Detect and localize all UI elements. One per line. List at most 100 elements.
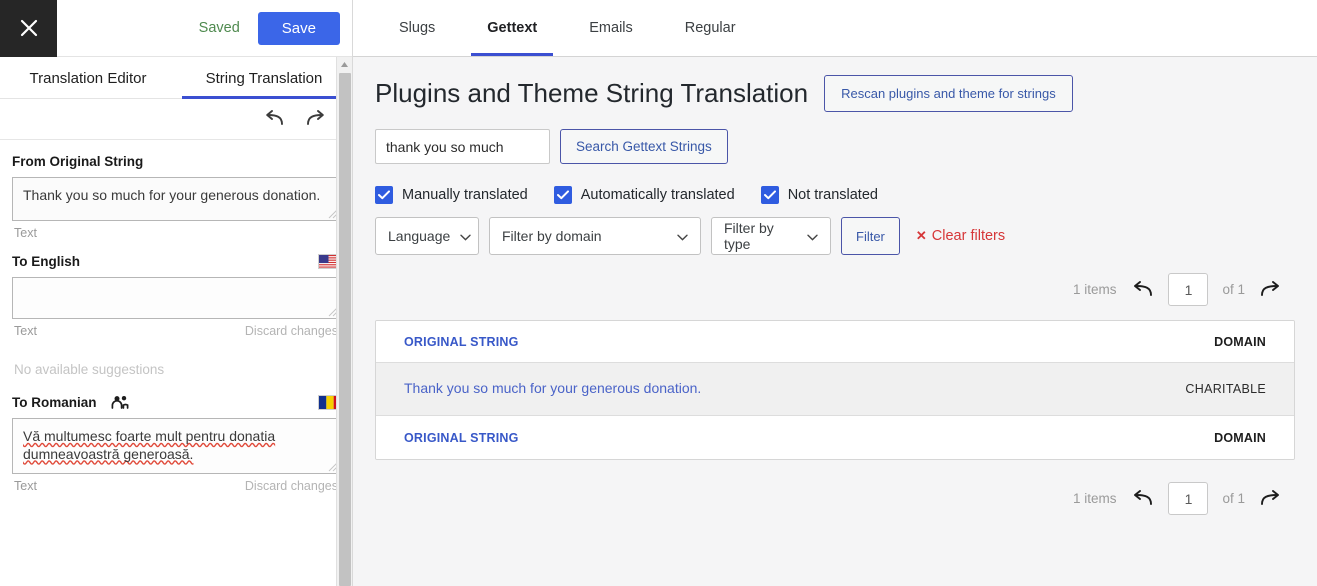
- romanian-text-line-2: dumneavoastră generoasă.: [23, 446, 193, 462]
- clear-filters-link[interactable]: ✕ Clear filters: [916, 228, 1005, 244]
- checkbox-manually-translated-label: Manually translated: [402, 187, 528, 203]
- checkmark-icon: [375, 186, 393, 204]
- left-panel-body: From Original String Text To English: [0, 154, 352, 493]
- romanian-translation-meta: Text Discard changes: [14, 479, 338, 493]
- search-row: Search Gettext Strings: [375, 129, 1295, 164]
- people-icon[interactable]: [111, 395, 129, 410]
- tab-string-translation[interactable]: String Translation: [176, 57, 352, 99]
- tab-slugs[interactable]: Slugs: [373, 0, 461, 56]
- tab-slugs-label: Slugs: [399, 20, 435, 36]
- pagination-bottom: 1 items of 1: [375, 482, 1295, 515]
- close-icon: [18, 17, 40, 39]
- domain-filter-label: Filter by domain: [502, 228, 602, 244]
- app-root: Saved Save Translation Editor String Tra…: [0, 0, 1317, 586]
- pagination-top-prev-icon[interactable]: [1130, 281, 1154, 299]
- tab-gettext-label: Gettext: [487, 20, 537, 36]
- close-button[interactable]: [0, 0, 57, 57]
- pagination-bottom-page-input[interactable]: [1168, 482, 1208, 515]
- scrollbar-thumb[interactable]: [339, 73, 351, 586]
- english-translation-textarea[interactable]: [12, 277, 340, 319]
- tab-string-translation-label: String Translation: [206, 70, 323, 87]
- table-footer-original-string: ORIGINAL STRING: [376, 429, 1044, 447]
- gettext-tabbar: Slugs Gettext Emails Regular: [353, 0, 1317, 57]
- chevron-down-icon: [460, 228, 471, 244]
- table-cell-domain-label: CHARITABLE: [1185, 382, 1266, 396]
- table-footer-domain-label: DOMAIN: [1214, 431, 1266, 445]
- redo-icon[interactable]: [304, 110, 328, 128]
- checkbox-not-translated[interactable]: Not translated: [761, 186, 878, 204]
- table-footer-original-string-label: ORIGINAL STRING: [404, 431, 519, 445]
- rescan-strings-button[interactable]: Rescan plugins and theme for strings: [824, 75, 1073, 112]
- domain-filter-dropdown[interactable]: Filter by domain: [489, 217, 701, 255]
- checkbox-not-translated-label: Not translated: [788, 187, 878, 203]
- translation-status-filters: Manually translated Automatically transl…: [375, 186, 1295, 204]
- tab-regular-label: Regular: [685, 20, 736, 36]
- tab-gettext[interactable]: Gettext: [461, 0, 563, 56]
- table-header-original-string-label: ORIGINAL STRING: [404, 335, 519, 349]
- chevron-down-icon: [677, 228, 688, 244]
- translation-editor-panel: Saved Save Translation Editor String Tra…: [0, 0, 353, 586]
- pagination-bottom-next-icon[interactable]: [1259, 490, 1283, 508]
- table-header-row: ORIGINAL STRING DOMAIN: [376, 321, 1294, 363]
- romanian-translation-textarea[interactable]: Vă multumesc foarte mult pentru donatia …: [12, 418, 340, 474]
- language-dropdown[interactable]: Language: [375, 217, 479, 255]
- scroll-up-arrow-icon[interactable]: [337, 57, 352, 72]
- search-input[interactable]: [375, 129, 550, 164]
- pagination-top-total-label: of 1: [1222, 282, 1245, 297]
- table-header-original-string: ORIGINAL STRING: [376, 333, 1044, 351]
- checkmark-icon: [761, 186, 779, 204]
- tab-regular[interactable]: Regular: [659, 0, 762, 56]
- english-translation-meta: Text Discard changes: [14, 324, 338, 338]
- search-gettext-strings-button[interactable]: Search Gettext Strings: [560, 129, 728, 164]
- table-footer-row: ORIGINAL STRING DOMAIN: [376, 416, 1294, 459]
- table-row[interactable]: Thank you so much for your generous dona…: [376, 363, 1294, 416]
- romanian-text-line-1: Vă multumesc foarte mult pentru donatia: [23, 428, 275, 444]
- original-string-meta: Text: [14, 226, 338, 240]
- page-header: Plugins and Theme String Translation Res…: [375, 75, 1295, 112]
- tab-emails[interactable]: Emails: [563, 0, 659, 56]
- pagination-top-page-input[interactable]: [1168, 273, 1208, 306]
- language-dropdown-label: Language: [388, 228, 450, 244]
- table-cell-domain: CHARITABLE: [1044, 380, 1294, 398]
- romanian-discard-changes-link[interactable]: Discard changes: [245, 479, 338, 493]
- filters-row: Language Filter by domain Filter by type: [375, 217, 1295, 255]
- pagination-top: 1 items of 1: [375, 273, 1295, 306]
- original-string-type-label: Text: [14, 226, 37, 240]
- romanian-translation-title: To Romanian: [12, 395, 340, 410]
- english-discard-changes-link[interactable]: Discard changes: [245, 324, 338, 338]
- left-panel-topbar: Saved Save: [0, 0, 352, 57]
- table-cell-original-string: Thank you so much for your generous dona…: [376, 380, 1044, 398]
- undo-icon[interactable]: [262, 110, 286, 128]
- save-button[interactable]: Save: [258, 12, 340, 45]
- pagination-bottom-prev-icon[interactable]: [1130, 490, 1154, 508]
- table-footer-domain: DOMAIN: [1044, 429, 1294, 447]
- pagination-top-next-icon[interactable]: [1259, 281, 1283, 299]
- original-string-field-wrap: [12, 177, 340, 221]
- table-cell-original-string-link[interactable]: Thank you so much for your generous dona…: [404, 380, 701, 396]
- left-panel-scrollbar[interactable]: [336, 57, 352, 586]
- table-header-domain-label: DOMAIN: [1214, 335, 1266, 349]
- no-suggestions-message: No available suggestions: [14, 362, 338, 377]
- checkbox-automatically-translated-label: Automatically translated: [581, 187, 735, 203]
- romanian-translation-type-label: Text: [14, 479, 37, 493]
- romanian-translation-title-label: To Romanian: [12, 395, 97, 410]
- left-panel-tabs: Translation Editor String Translation: [0, 57, 352, 99]
- english-translation-title: To English: [12, 254, 340, 269]
- chevron-down-icon: [807, 228, 818, 244]
- english-translation-type-label: Text: [14, 324, 37, 338]
- tab-translation-editor[interactable]: Translation Editor: [0, 57, 176, 99]
- english-translation-title-label: To English: [12, 254, 80, 269]
- saved-status: Saved: [199, 20, 240, 36]
- tab-emails-label: Emails: [589, 20, 633, 36]
- close-icon: ✕: [916, 228, 927, 244]
- english-translation-field-wrap: [12, 277, 340, 319]
- pagination-bottom-total-label: of 1: [1222, 491, 1245, 506]
- checkbox-automatically-translated[interactable]: Automatically translated: [554, 186, 735, 204]
- original-string-textarea[interactable]: [12, 177, 340, 221]
- type-filter-dropdown[interactable]: Filter by type: [711, 217, 831, 255]
- clear-filters-label: Clear filters: [932, 228, 1005, 244]
- checkbox-manually-translated[interactable]: Manually translated: [375, 186, 528, 204]
- topbar-actions: Saved Save: [57, 12, 352, 45]
- filter-button[interactable]: Filter: [841, 217, 900, 255]
- tab-translation-editor-label: Translation Editor: [30, 70, 147, 87]
